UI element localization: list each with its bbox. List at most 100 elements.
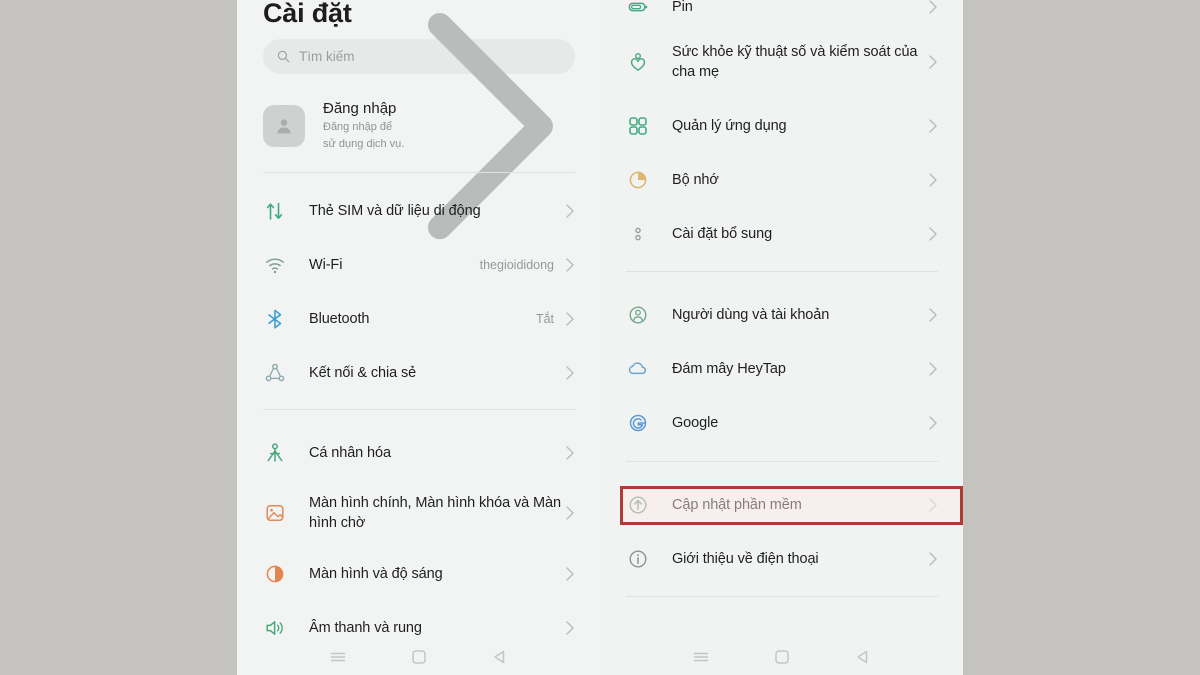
system-navigation-bar-left <box>237 643 600 671</box>
settings-column-right: Pin Sức khỏe kỹ thuật số và kiểm soát củ… <box>600 0 963 675</box>
divider <box>626 596 938 597</box>
sidebar-item-label: Cài đặt bổ sung <box>672 226 773 242</box>
sidebar-item-label: Màn hình chính, Màn hình khóa và Màn hìn… <box>309 495 561 531</box>
account-title: Đăng nhập <box>323 100 397 117</box>
sidebar-item-label: Pin <box>672 0 693 15</box>
account-text-block: Đăng nhập Đăng nhập để sử dụng dịch vụ. <box>323 99 406 153</box>
chevron-right-icon <box>929 119 937 133</box>
sidebar-item-additional-settings[interactable]: Cài đặt bổ sung <box>626 211 938 257</box>
cloud-icon <box>626 357 650 381</box>
sidebar-item-label: Bluetooth <box>309 311 370 327</box>
screenshot-canvas: Cài đặt Tìm kiếm Đăng nhập Đăng nhập để … <box>0 0 1200 675</box>
brightness-icon <box>263 562 287 586</box>
chevron-right-icon <box>929 0 937 14</box>
chevron-right-icon <box>929 498 937 512</box>
share-nodes-icon <box>263 361 287 385</box>
sidebar-item-software-update[interactable]: Cập nhật phần mềm <box>626 482 938 528</box>
recents-button[interactable] <box>327 646 349 668</box>
recents-button[interactable] <box>690 646 712 668</box>
sidebar-item-about-phone[interactable]: Giới thiệu về điện thoại <box>626 536 938 582</box>
account-subtitle: Đăng nhập để sử dụng dịch vụ. <box>323 121 405 150</box>
sidebar-item-google[interactable]: Google <box>626 400 938 446</box>
square-home-icon <box>774 650 789 664</box>
chevron-right-icon <box>929 308 937 322</box>
sidebar-item-heytap-cloud[interactable]: Đám mây HeyTap <box>626 346 938 392</box>
system-navigation-bar-right <box>600 643 963 671</box>
divider <box>626 461 938 462</box>
apps-grid-icon <box>626 114 650 138</box>
hamburger-menu-icon <box>330 652 345 662</box>
sidebar-item-users-accounts[interactable]: Người dùng và tài khoản <box>626 292 938 338</box>
sidebar-item-label: Cập nhật phần mềm <box>672 497 802 513</box>
divider <box>263 172 575 173</box>
square-home-icon <box>411 650 426 664</box>
software-update-icon <box>626 493 650 517</box>
avatar <box>263 105 305 147</box>
sidebar-item-label: Thẻ SIM và dữ liệu di động <box>309 203 481 219</box>
sidebar-item-connection-sharing[interactable]: Kết nối & chia sẻ <box>263 350 575 396</box>
sidebar-item-label: Kết nối & chia sẻ <box>309 365 417 381</box>
sidebar-item-storage[interactable]: Bộ nhớ <box>626 157 938 203</box>
more-settings-icon <box>626 222 650 246</box>
chevron-right-icon <box>929 552 937 566</box>
chevron-right-icon <box>929 227 937 241</box>
sidebar-item-label: Quản lý ứng dụng <box>672 118 787 134</box>
home-button[interactable] <box>771 646 793 668</box>
settings-column-left: Cài đặt Tìm kiếm Đăng nhập Đăng nhập để … <box>237 0 600 675</box>
chevron-right-icon <box>929 55 937 69</box>
sidebar-item-bluetooth[interactable]: Bluetooth Tắt <box>263 296 575 342</box>
back-triangle-icon <box>856 650 867 664</box>
personalization-icon <box>263 441 287 465</box>
sidebar-item-home-lock-screen[interactable]: Màn hình chính, Màn hình khóa và Màn hìn… <box>263 484 575 542</box>
home-button[interactable] <box>408 646 430 668</box>
back-button[interactable] <box>852 646 874 668</box>
search-placeholder: Tìm kiếm <box>299 49 355 64</box>
sidebar-item-label: Người dùng và tài khoản <box>672 307 830 323</box>
search-icon <box>277 50 290 63</box>
battery-icon <box>626 0 650 19</box>
sidebar-item-digital-wellbeing[interactable]: Sức khỏe kỹ thuật số và kiểm soát của ch… <box>626 33 938 91</box>
back-button[interactable] <box>489 646 511 668</box>
divider <box>626 271 938 272</box>
phone-screen-capture: Cài đặt Tìm kiếm Đăng nhập Đăng nhập để … <box>237 0 963 675</box>
chevron-right-icon <box>566 621 574 635</box>
sidebar-item-value: thegioididong <box>479 258 554 272</box>
users-accounts-icon <box>626 303 650 327</box>
sidebar-item-label: Bộ nhớ <box>672 172 719 188</box>
info-icon <box>626 547 650 571</box>
sidebar-item-label: Google <box>672 415 719 431</box>
sidebar-item-label: Wi-Fi <box>309 257 343 273</box>
storage-pie-icon <box>626 168 650 192</box>
digital-wellbeing-icon <box>626 50 650 74</box>
sidebar-item-display-brightness[interactable]: Màn hình và độ sáng <box>263 551 575 597</box>
sim-transfer-icon <box>263 199 287 223</box>
sidebar-item-battery[interactable]: Pin <box>626 0 938 30</box>
sidebar-item-label: Giới thiệu về điện thoại <box>672 551 819 567</box>
account-sign-in-row[interactable]: Đăng nhập Đăng nhập để sử dụng dịch vụ. <box>263 12 575 240</box>
home-screen-icon <box>263 501 287 525</box>
chevron-right-icon <box>566 204 574 218</box>
google-g-icon <box>626 411 650 435</box>
back-triangle-icon <box>493 650 504 664</box>
sidebar-item-label: Màn hình và độ sáng <box>309 566 443 582</box>
hamburger-menu-icon <box>693 652 708 662</box>
sidebar-item-label: Âm thanh và rung <box>309 620 422 636</box>
sidebar-item-wifi[interactable]: Wi-Fi thegioididong <box>263 242 575 288</box>
wifi-icon <box>263 253 287 277</box>
chevron-right-icon <box>929 173 937 187</box>
divider <box>263 409 575 410</box>
bluetooth-icon <box>263 307 287 331</box>
chevron-right-icon <box>929 362 937 376</box>
person-avatar-icon <box>277 119 291 134</box>
sidebar-item-sim[interactable]: Thẻ SIM và dữ liệu di động <box>263 188 575 234</box>
sidebar-item-label: Cá nhân hóa <box>309 445 391 461</box>
sidebar-item-label: Sức khỏe kỹ thuật số và kiểm soát của ch… <box>672 44 918 80</box>
chevron-right-icon <box>566 506 574 520</box>
sound-vibration-icon <box>263 616 287 640</box>
chevron-right-icon <box>566 258 574 272</box>
chevron-right-icon <box>566 567 574 581</box>
sidebar-item-app-management[interactable]: Quản lý ứng dụng <box>626 103 938 149</box>
chevron-right-icon <box>566 446 574 460</box>
chevron-right-icon <box>566 312 574 326</box>
sidebar-item-personalization[interactable]: Cá nhân hóa <box>263 430 575 476</box>
